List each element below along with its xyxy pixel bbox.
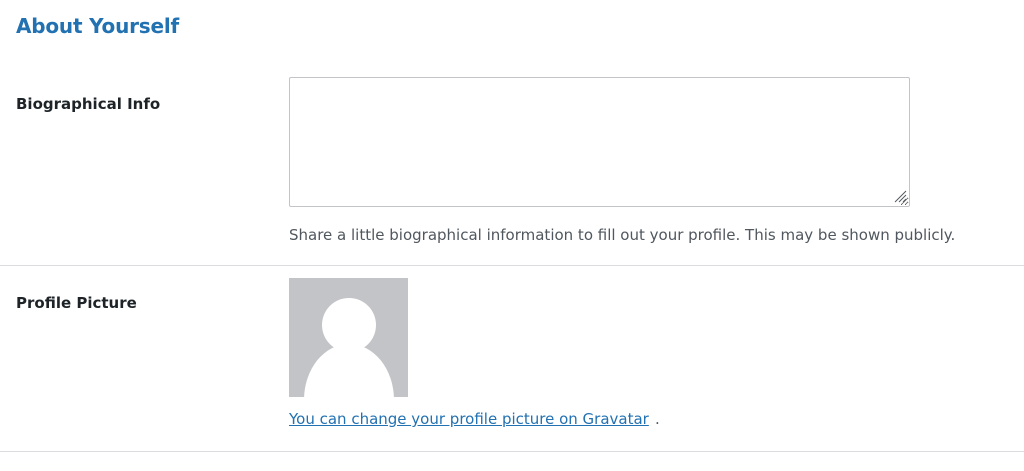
default-avatar-icon (289, 278, 408, 397)
bio-description: Share a little biographical information … (289, 226, 956, 244)
section-title: About Yourself (16, 14, 180, 38)
link-period: . (655, 410, 660, 428)
about-yourself-page: About Yourself Biographical Info Share a… (0, 0, 1024, 471)
bio-textarea[interactable] (289, 77, 910, 207)
avatar (289, 278, 408, 397)
gravatar-link[interactable]: You can change your profile picture on G… (289, 410, 649, 428)
row-divider (0, 265, 1024, 266)
bio-label: Biographical Info (16, 95, 161, 113)
profile-picture-label: Profile Picture (16, 294, 137, 312)
row-divider (0, 451, 1024, 452)
